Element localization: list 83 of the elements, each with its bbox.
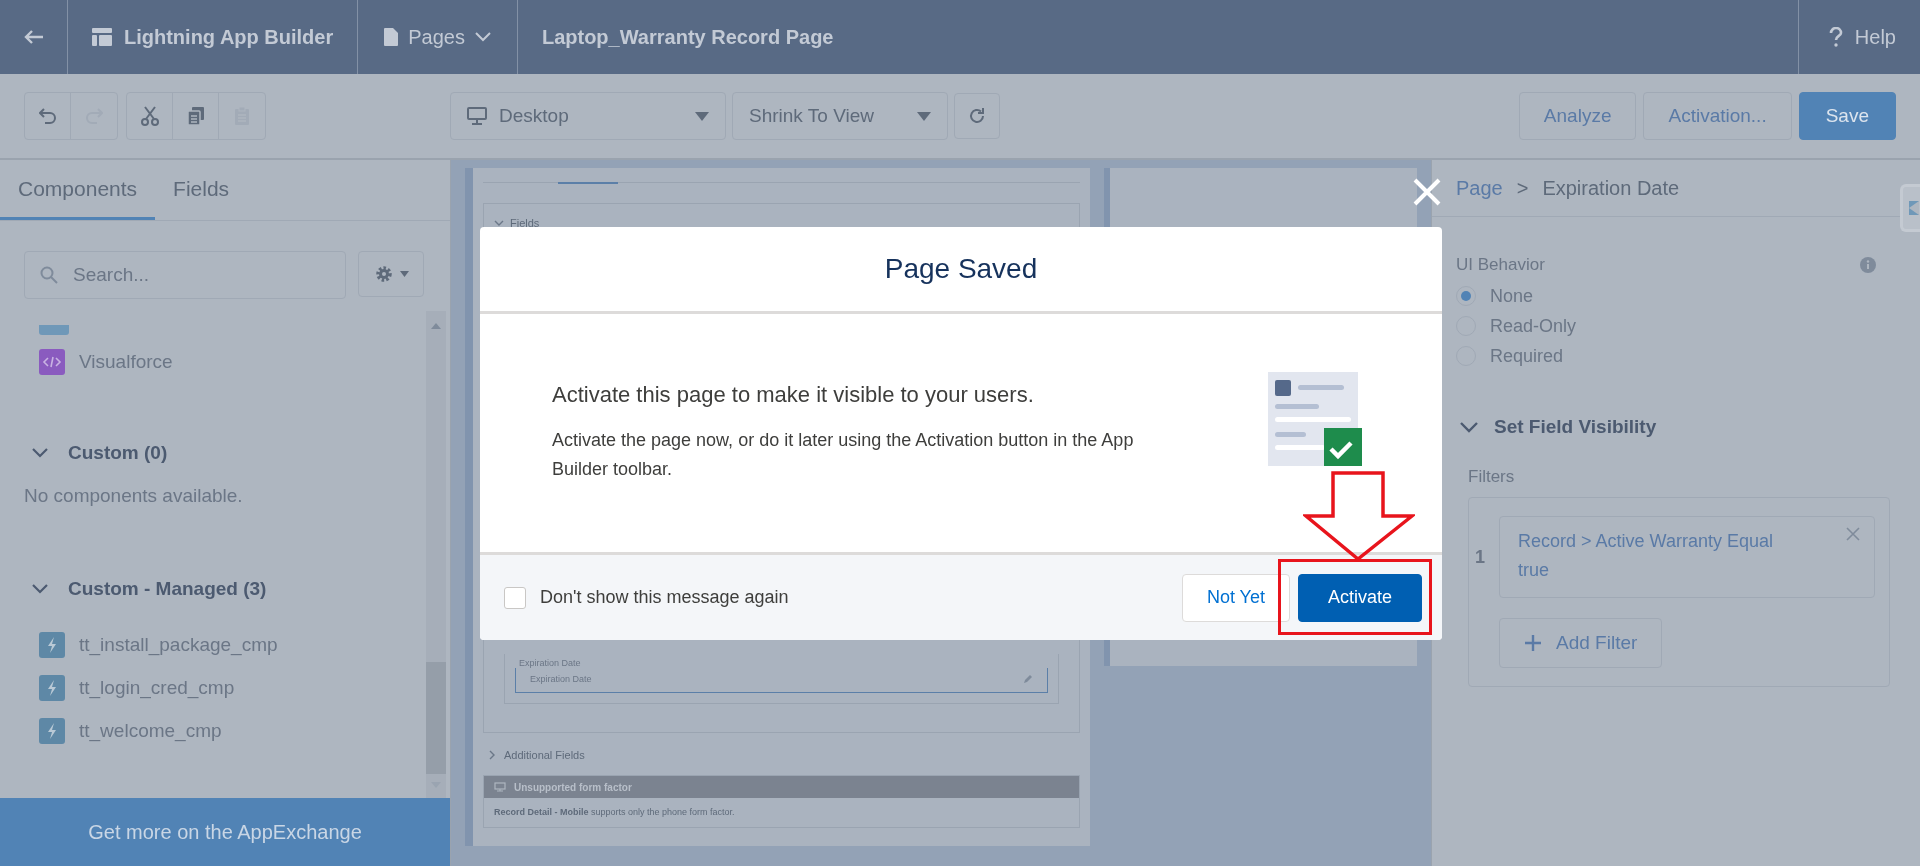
help-button[interactable]: Help (1798, 0, 1920, 74)
section-header[interactable]: Set Field Visibility (1456, 407, 1657, 447)
lightning-icon (39, 674, 65, 701)
breadcrumb-link[interactable]: Page (1456, 176, 1503, 200)
chevron-icon (32, 584, 48, 594)
component-item[interactable]: Visualforce (24, 341, 426, 383)
scrollbar[interactable] (426, 311, 446, 798)
warning-message: Record Detail - Mobile supports only the phone form factor. (493, 806, 736, 819)
monitor-icon (494, 782, 506, 792)
breadcrumb-separator: > (1516, 176, 1529, 200)
zoom-select[interactable]: Shrink To View (732, 92, 948, 140)
field-label: UI Behavior (1456, 255, 1545, 275)
selected-field[interactable]: Expiration Date (515, 668, 1048, 693)
lightning-icon (39, 631, 65, 658)
component-item[interactable]: tt_welcome_cmp (24, 709, 426, 752)
refresh-button[interactable] (954, 93, 1000, 139)
monitor-icon (467, 107, 487, 125)
checkbox[interactable] (504, 586, 526, 609)
component-icon (39, 325, 69, 335)
app-name: Lightning App Builder (124, 25, 334, 49)
pencil-icon (1023, 674, 1033, 684)
chevron-icon (494, 219, 504, 227)
section-toggle[interactable]: Additional Fields (483, 733, 1080, 775)
filter-number: 1 (1475, 546, 1486, 568)
breadcrumb-current: Expiration Date (1542, 176, 1680, 200)
close-icon[interactable] (1846, 527, 1860, 541)
pages-menu[interactable]: Pages (358, 0, 518, 74)
scrollbar-thumb[interactable] (426, 662, 446, 774)
toolbar-button[interactable]: Save (1798, 92, 1896, 140)
not-yet-button[interactable]: Not Yet (1181, 573, 1290, 622)
toolbar-button[interactable]: Activation... (1643, 92, 1792, 140)
lightning-icon (39, 717, 65, 744)
component-item[interactable]: tt_login_cred_cmp (24, 666, 426, 709)
chevron-right-icon (489, 750, 496, 760)
modal-message: Activate the page now, or do it later using the Activation button in the App Builder toolbar. (552, 429, 1135, 481)
caret-left-icon (1908, 201, 1919, 215)
question-icon (1828, 27, 1843, 47)
chevron-icon (1460, 421, 1478, 433)
filter-item[interactable]: Record > Active Warranty Equal true (1499, 516, 1875, 598)
scissors-icon (140, 106, 159, 126)
settings-icon (373, 264, 394, 284)
modal-title: Page Saved (884, 253, 1038, 285)
appexchange-link[interactable]: Get more on the AppExchange (0, 798, 450, 866)
add-filter-button[interactable]: Add Filter (1499, 618, 1663, 668)
panel-tab[interactable]: Components (0, 160, 156, 220)
modal-heading: Activate this page to make it visible to your users. (552, 382, 1035, 408)
scroll-up-icon (431, 323, 441, 329)
section-header[interactable]: Custom - Managed (3) (24, 569, 267, 609)
radio-option[interactable]: None (1456, 281, 1890, 311)
chevron-down-icon (474, 32, 491, 42)
page-title: Laptop_Warranty Record Page (541, 25, 834, 49)
empty-message: No components available. (24, 484, 244, 507)
activate-button[interactable]: Activate (1298, 573, 1422, 622)
component-item[interactable]: tt_install_package_cmp (24, 623, 426, 666)
search-icon (40, 266, 58, 284)
close-icon (1412, 177, 1442, 207)
chevron-icon (32, 448, 48, 458)
radio-option[interactable]: Required (1456, 341, 1890, 371)
section-toggle[interactable]: Fields (494, 212, 1069, 234)
layout-icon (92, 28, 112, 46)
collapse-panel-button[interactable] (1900, 184, 1920, 232)
radio-option[interactable]: Read-Only (1456, 311, 1890, 341)
dropdown-caret-icon (399, 271, 409, 277)
refresh-icon (968, 107, 986, 125)
device-select[interactable]: Desktop (450, 92, 726, 140)
toolbar-button[interactable]: Analyze (1518, 92, 1637, 140)
panel-tab[interactable]: Fields (155, 160, 248, 220)
dont-show-checkbox[interactable]: Don't show this message again (504, 586, 789, 609)
undo-icon (38, 107, 57, 125)
search-field[interactable]: Search... (24, 251, 346, 299)
plus-icon (1524, 634, 1542, 652)
copy-icon (186, 106, 205, 126)
field-label: Expiration Date (518, 657, 582, 668)
section-header[interactable]: Custom (0) (24, 433, 168, 473)
document-icon (384, 28, 399, 46)
info-icon (1860, 257, 1876, 273)
settings-button[interactable] (358, 251, 424, 297)
dropdown-caret-icon (917, 111, 931, 121)
code-icon (39, 349, 65, 375)
warning-bar: Unsupported form factor (484, 776, 1079, 798)
filters-label: Filters (1468, 467, 1516, 487)
dropdown-caret-icon (695, 111, 709, 121)
back-arrow-icon (23, 29, 44, 45)
